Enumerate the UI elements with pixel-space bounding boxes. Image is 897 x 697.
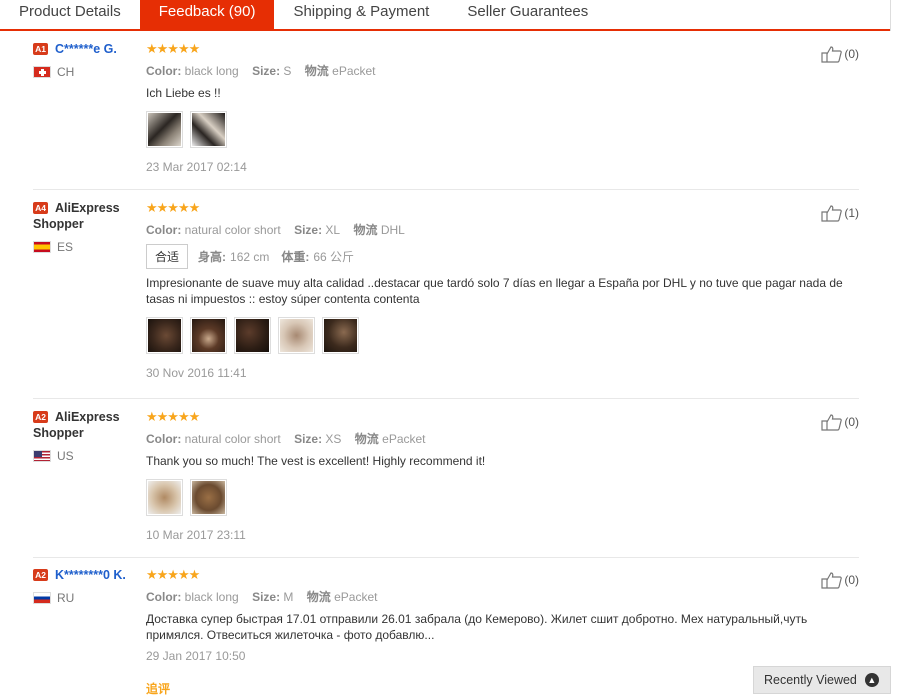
tab-divider — [890, 0, 891, 31]
tab-feedback[interactable]: Feedback (90) — [139, 0, 275, 29]
review-date: 30 Nov 2016 11:41 — [146, 366, 247, 380]
tab-shipping-payment[interactable]: Shipping & Payment — [274, 0, 448, 29]
star-rating: ★★★★★ — [146, 409, 200, 424]
review-date: 29 Jan 2017 10:50 — [146, 649, 246, 663]
fit-badge: 合适 — [146, 244, 189, 269]
helpful-button[interactable]: (0) — [821, 413, 859, 431]
star-rating: ★★★★★ — [146, 41, 200, 56]
star-rating: ★★★★★ — [146, 567, 200, 582]
additional-feedback-label: 追评 — [146, 682, 171, 696]
helpful-button[interactable]: (0) — [821, 571, 859, 589]
flag-es-icon — [33, 241, 51, 253]
buyer-level-badge: A2 — [33, 411, 48, 423]
review-date: 23 Mar 2017 02:14 — [146, 160, 247, 174]
review-photos — [146, 317, 859, 354]
order-attributes: Color: natural color short Size: XS 物流 e… — [146, 432, 426, 446]
review-photos — [146, 111, 859, 148]
review-photo-thumbnail[interactable] — [190, 479, 227, 516]
chevron-up-icon: ▲ — [864, 673, 879, 687]
buyer-info: A1 C******e G. CH — [33, 41, 143, 79]
review-content: ★★★★★ Color: black long Size: S 物流 ePack… — [146, 41, 859, 174]
review-photo-thumbnail[interactable] — [278, 317, 315, 354]
review-photo-thumbnail[interactable] — [146, 479, 183, 516]
thumbs-up-icon — [821, 46, 843, 63]
order-attributes: Color: natural color short Size: XL 物流 D… — [146, 223, 405, 237]
buyer-info: A2 K********0 K. RU — [33, 567, 143, 605]
buyer-name[interactable]: C******e G. — [55, 42, 117, 56]
fit-info: 合适 身高: 162 cm 体重: 66 公斤 — [146, 244, 859, 269]
review-item: A2 AliExpress Shopper US ★★★★★ Color: nat… — [33, 409, 859, 558]
thumbs-up-icon — [821, 205, 843, 222]
review-photos — [146, 479, 859, 516]
tab-seller-guarantees[interactable]: Seller Guarantees — [448, 0, 607, 29]
review-photo-thumbnail[interactable] — [190, 317, 227, 354]
buyer-info: A4 AliExpress Shopper ES — [33, 200, 143, 254]
buyer-level-badge: A4 — [33, 202, 48, 214]
review-text: Thank you so much! The vest is excellent… — [146, 454, 486, 468]
buyer-info: A2 AliExpress Shopper US — [33, 409, 143, 463]
helpful-button[interactable]: (0) — [821, 45, 859, 63]
review-text: Ich Liebe es !! — [146, 86, 221, 100]
review-photo-thumbnail[interactable] — [190, 111, 227, 148]
review-content: ★★★★★ Color: natural color short Size: X… — [146, 409, 859, 542]
flag-ru-icon — [33, 592, 51, 604]
review-item: A2 K********0 K. RU ★★★★★ Color: black lo… — [33, 567, 859, 697]
review-item: A4 AliExpress Shopper ES ★★★★★ Color: nat… — [33, 200, 859, 399]
star-rating: ★★★★★ — [146, 200, 200, 215]
review-photo-thumbnail[interactable] — [146, 111, 183, 148]
review-photo-thumbnail[interactable] — [234, 317, 271, 354]
buyer-level-badge: A1 — [33, 43, 48, 55]
thumbs-up-icon — [821, 572, 843, 589]
review-text: Доставка супер быстрая 17.01 отправили 2… — [146, 612, 808, 642]
review-photo-thumbnail[interactable] — [322, 317, 359, 354]
recently-viewed-button[interactable]: Recently Viewed ▲ — [753, 666, 891, 694]
flag-us-icon — [33, 450, 51, 462]
buyer-country: ES — [33, 240, 143, 254]
buyer-country: CH — [33, 65, 143, 79]
tab-bar: Product Details Feedback (90) Shipping &… — [0, 0, 890, 31]
review-content: ★★★★★ Color: natural color short Size: X… — [146, 200, 859, 380]
tab-product-details[interactable]: Product Details — [0, 0, 140, 29]
order-attributes: Color: black long Size: S 物流 ePacket — [146, 64, 376, 78]
thumbs-up-icon — [821, 414, 843, 431]
buyer-country: RU — [33, 591, 143, 605]
review-content: ★★★★★ Color: black long Size: M 物流 ePack… — [146, 567, 859, 663]
review-photo-thumbnail[interactable] — [146, 317, 183, 354]
review-text: Impresionante de suave muy alta calidad … — [146, 276, 843, 306]
flag-ch-icon — [33, 66, 51, 78]
helpful-button[interactable]: (1) — [821, 204, 859, 222]
buyer-level-badge: A2 — [33, 569, 48, 581]
buyer-country: US — [33, 449, 143, 463]
review-date: 10 Mar 2017 23:11 — [146, 528, 246, 542]
review-item: A1 C******e G. CH ★★★★★ Color: black long… — [33, 41, 859, 190]
buyer-name[interactable]: K********0 K. — [55, 568, 126, 582]
order-attributes: Color: black long Size: M 物流 ePacket — [146, 590, 378, 604]
